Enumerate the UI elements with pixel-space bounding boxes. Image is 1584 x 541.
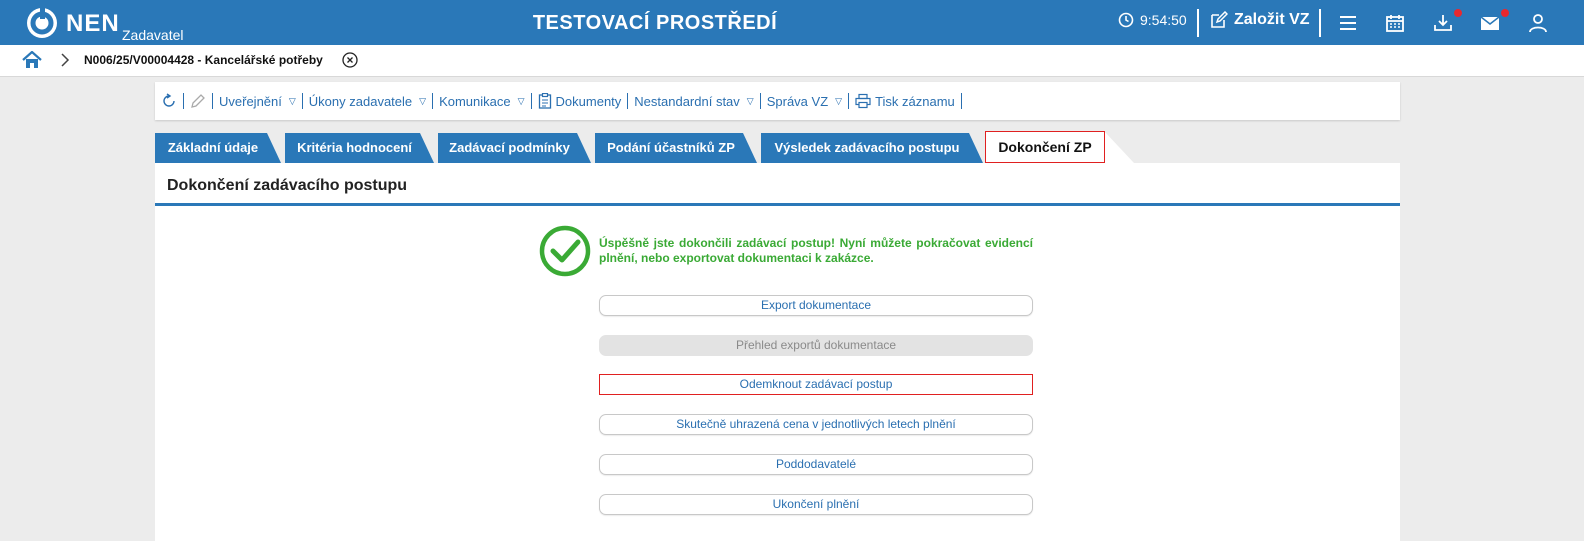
refresh-icon bbox=[163, 93, 175, 107]
check-circle-icon bbox=[539, 225, 591, 277]
menu-icon[interactable] bbox=[1337, 12, 1359, 34]
tab-tender-conditions[interactable]: Zadávací podmínky bbox=[438, 133, 591, 163]
tab-participant-submissions[interactable]: Podání účastníků ZP bbox=[595, 133, 757, 163]
clock-icon bbox=[1118, 12, 1134, 28]
tab-bar: Základní údaje Kritéria hodnocení Zadáva… bbox=[155, 131, 1155, 163]
edit-icon bbox=[1211, 11, 1228, 28]
close-icon[interactable] bbox=[342, 52, 358, 68]
divider bbox=[1197, 9, 1199, 37]
toolbar-publication[interactable]: Uveřejnění ▽ bbox=[213, 94, 302, 109]
action-toolbar: Uveřejnění ▽ Úkony zadavatele ▽ Komunikace… bbox=[155, 82, 1400, 120]
unlock-procedure-button[interactable]: Odemknout zadávací postup bbox=[599, 374, 1033, 395]
dropdown-triangle-icon: ▽ bbox=[746, 95, 754, 106]
printer-icon bbox=[855, 93, 871, 109]
toolbar-item-label: Úkony zadavatele bbox=[308, 93, 413, 109]
dropdown-triangle-icon: ▽ bbox=[835, 95, 843, 106]
chevron-right-icon bbox=[61, 53, 70, 67]
mail-notification-dot bbox=[1501, 9, 1509, 17]
title-underline bbox=[155, 203, 1400, 206]
content-panel: Dokončení zadávacího postupu Úspěšně jst… bbox=[155, 163, 1400, 541]
document-icon bbox=[538, 93, 551, 109]
breadcrumb-item[interactable]: N006/25/V00004428 - Kancelářské potřeby bbox=[84, 53, 323, 67]
subcontractors-button[interactable]: Poddodavatelé bbox=[599, 454, 1033, 475]
success-text: Úspěšně jste dokončili zadávací postup! … bbox=[599, 236, 1033, 265]
create-contract-button[interactable]: Založit VZ bbox=[1210, 11, 1310, 29]
create-contract-label: Založit VZ bbox=[1234, 11, 1310, 28]
top-bar: NEN Zadavatel TESTOVACÍ PROSTŘEDÍ 9:54:5… bbox=[0, 0, 1584, 45]
toolbar-contract-admin[interactable]: Správa VZ ▽ bbox=[761, 94, 848, 109]
refresh-button[interactable] bbox=[155, 93, 183, 109]
pencil-icon bbox=[191, 94, 205, 108]
calendar-icon[interactable] bbox=[1384, 12, 1406, 34]
toolbar-documents[interactable]: Dokumenty bbox=[532, 93, 628, 109]
toolbar-item-label: Komunikace bbox=[439, 93, 511, 109]
dropdown-triangle-icon: ▽ bbox=[517, 95, 525, 106]
toolbar-item-label: Nestandardní stav bbox=[634, 93, 740, 109]
toolbar-print-record[interactable]: Tisk záznamu bbox=[849, 93, 961, 109]
toolbar-item-label: Dokumenty bbox=[555, 93, 622, 109]
toolbar-nonstandard-state[interactable]: Nestandardní stav ▽ bbox=[628, 94, 759, 109]
export-overview-button[interactable]: Přehled exportů dokumentace bbox=[599, 335, 1033, 356]
toolbar-item-label: Tisk záznamu bbox=[875, 93, 955, 109]
end-of-performance-button[interactable]: Ukončení plnění bbox=[599, 494, 1033, 515]
tab-active-tail bbox=[1104, 131, 1134, 163]
dropdown-triangle-icon: ▽ bbox=[288, 95, 296, 106]
export-documentation-button[interactable]: Export dokumentace bbox=[599, 295, 1033, 316]
user-icon[interactable] bbox=[1527, 12, 1549, 34]
mail-icon[interactable] bbox=[1479, 12, 1501, 34]
toolbar-item-label: Správa VZ bbox=[766, 93, 829, 109]
paid-price-by-year-button[interactable]: Skutečně uhrazená cena v jednotlivých le… bbox=[599, 414, 1033, 435]
tab-evaluation-criteria[interactable]: Kritéria hodnocení bbox=[285, 133, 434, 163]
download-icon[interactable] bbox=[1432, 12, 1454, 34]
environment-title: TESTOVACÍ PROSTŘEDÍ bbox=[532, 12, 778, 34]
tab-completion[interactable]: Dokončení ZP bbox=[985, 131, 1105, 163]
clock-time: 9:54:50 bbox=[1140, 12, 1187, 28]
toolbar-communication[interactable]: Komunikace ▽ bbox=[433, 94, 530, 109]
tab-basic-info[interactable]: Základní údaje bbox=[155, 133, 281, 163]
page-title: Dokončení zadávacího postupu bbox=[167, 177, 408, 194]
divider bbox=[1319, 9, 1321, 37]
toolbar-item-label: Uveřejnění bbox=[219, 93, 282, 109]
success-message: Úspěšně jste dokončili zadávací postup! … bbox=[539, 225, 1033, 277]
download-notification-dot bbox=[1454, 9, 1462, 17]
dropdown-triangle-icon: ▽ bbox=[419, 95, 427, 106]
toolbar-contractor-actions[interactable]: Úkony zadavatele ▽ bbox=[303, 94, 432, 109]
home-icon[interactable] bbox=[22, 51, 42, 69]
toolbar-divider bbox=[960, 93, 962, 109]
breadcrumb: N006/25/V00004428 - Kancelářské potřeby bbox=[0, 45, 1584, 77]
edit-button[interactable] bbox=[184, 93, 212, 109]
session-clock: 9:54:50 bbox=[1118, 12, 1187, 28]
tab-procurement-result[interactable]: Výsledek zadávacího postupu bbox=[761, 133, 983, 163]
